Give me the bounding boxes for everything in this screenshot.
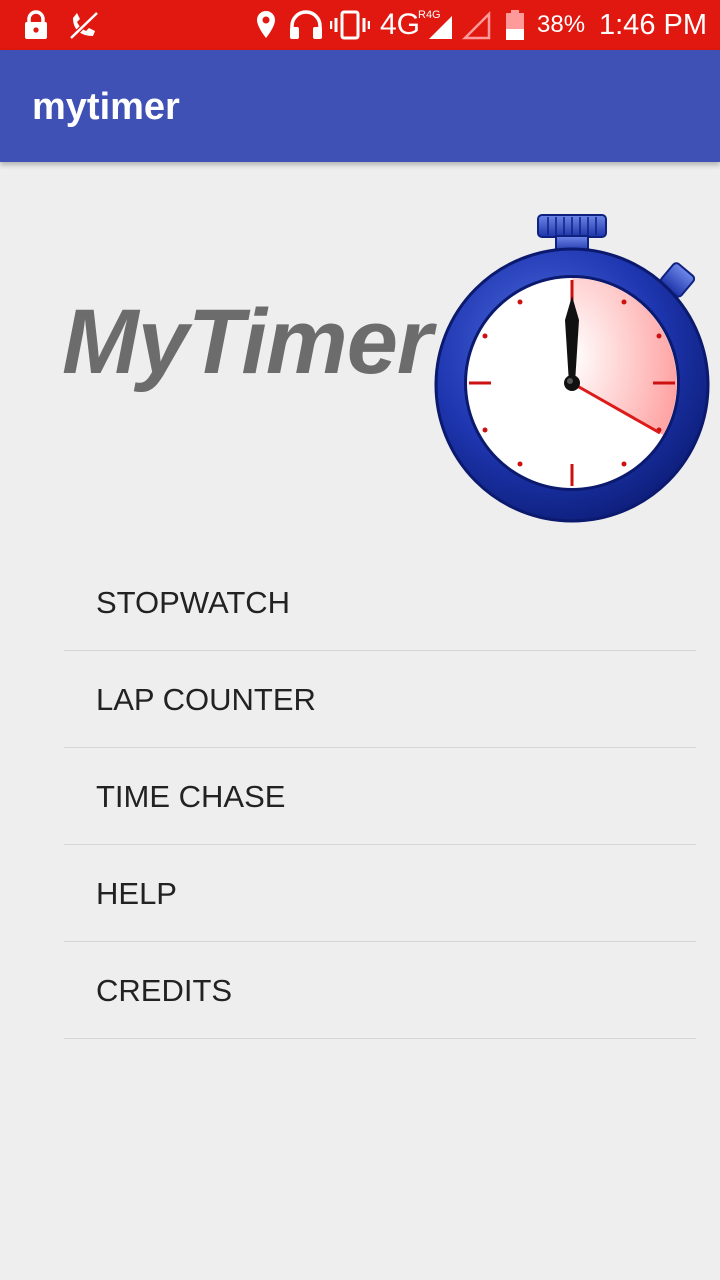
- menu-item-label: TIME CHASE: [96, 779, 286, 814]
- menu-item-help[interactable]: HELP: [64, 845, 696, 942]
- signal-icon: [420, 0, 454, 50]
- menu-item-time-chase[interactable]: TIME CHASE: [64, 748, 696, 845]
- menu-item-label: CREDITS: [96, 973, 233, 1008]
- menu-item-credits[interactable]: CREDITS: [64, 942, 696, 1039]
- app-title: mytimer: [32, 86, 180, 128]
- main-menu: STOPWATCH LAP COUNTER TIME CHASE HELP CR…: [64, 554, 696, 1039]
- menu-item-label: LAP COUNTER: [96, 682, 316, 717]
- status-time: 1:46 PM: [599, 9, 707, 41]
- signal-empty-icon: [460, 0, 492, 50]
- menu-item-stopwatch[interactable]: STOPWATCH: [64, 554, 696, 651]
- app-bar: mytimer: [0, 50, 720, 162]
- menu-item-label: HELP: [96, 876, 177, 911]
- headset-icon: [288, 0, 324, 50]
- network-type: 4G: [380, 8, 421, 41]
- missed-call-icon: [66, 0, 102, 50]
- stopwatch-icon: [430, 208, 720, 528]
- battery-percent: 38%: [537, 11, 586, 38]
- lock-icon: [22, 0, 50, 50]
- hero-title: MyTimer: [62, 291, 433, 393]
- vibrate-icon: [330, 0, 370, 50]
- battery-icon: [504, 0, 526, 50]
- menu-item-lap-counter[interactable]: LAP COUNTER: [64, 651, 696, 748]
- status-bar: 4G R4G 38% 1:46 PM: [0, 0, 720, 50]
- menu-item-label: STOPWATCH: [96, 585, 291, 620]
- location-icon: [254, 0, 278, 50]
